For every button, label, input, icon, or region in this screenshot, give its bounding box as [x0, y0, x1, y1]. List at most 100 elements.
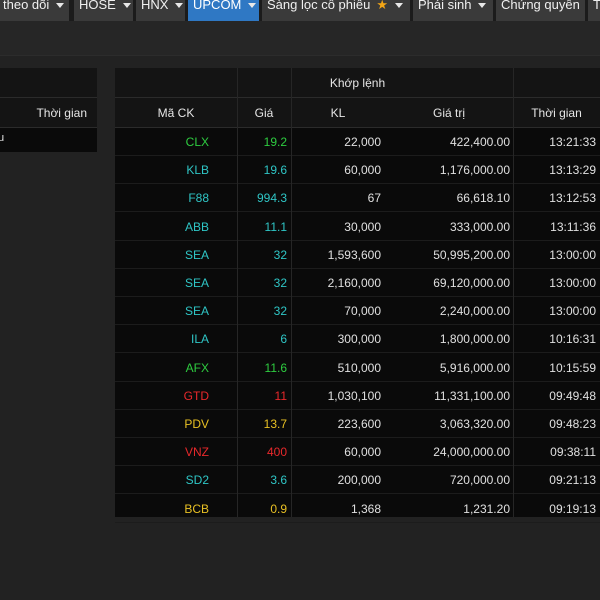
cell-symbol: SEA [184, 304, 209, 319]
nav-tab-label: HNX [141, 0, 169, 12]
left-panel-header-row: Thời gian [0, 98, 97, 128]
cell-value: 5,916,000.00 [439, 360, 510, 375]
cell-symbol: KLB [186, 163, 209, 178]
nav-tab-label: theo dõi [3, 0, 50, 12]
table-row[interactable]: ILA 6 300,000 1,800,000.00 10:16:31 [115, 325, 600, 354]
cell-volume: 1,030,100 [327, 388, 381, 403]
cell-symbol: F88 [188, 191, 209, 206]
caret-down-icon[interactable] [248, 3, 257, 8]
nav-tab-label: UPCOM [193, 0, 242, 12]
toolbar-strip [0, 21, 600, 56]
table-row[interactable]: SEA 32 70,000 2,240,000.00 13:00:00 [115, 297, 600, 326]
nav-tab-label: Sàng lọc cổ phiếu [267, 0, 371, 12]
cell-volume: 70,000 [344, 304, 381, 319]
nav-tab[interactable]: HNX [136, 0, 185, 21]
header-symbol[interactable]: Mã CK [115, 98, 237, 128]
nav-tab-label: Phái sinh [418, 0, 472, 12]
cell-time: 09:38:11 [550, 445, 596, 460]
cell-symbol: SD2 [185, 473, 209, 488]
cell-value: 1,176,000.00 [439, 163, 510, 178]
cell-time: 13:11:36 [550, 219, 596, 234]
cell-volume: 30,000 [344, 219, 381, 234]
cell-price: 11.6 [264, 360, 287, 375]
column-divider [237, 68, 238, 517]
cell-value: 333,000.00 [449, 219, 510, 234]
cell-volume: 60,000 [344, 163, 381, 178]
nav-tab[interactable]: theo dõi [0, 0, 69, 21]
cell-value: 422,400.00 [449, 135, 510, 149]
cell-time: 10:16:31 [549, 332, 596, 347]
cell-price: 13.7 [263, 417, 287, 431]
table-row[interactable]: SEA 32 2,160,000 69,120,000.00 13:00:00 [115, 269, 600, 297]
cell-price: 11.1 [264, 219, 287, 234]
header-time[interactable]: Thời gian [513, 98, 600, 128]
table-row[interactable]: SEA 32 1,593,600 50,995,200.00 13:00:00 [115, 241, 600, 269]
cell-price: 19.6 [263, 163, 287, 178]
cell-price: 0.9 [270, 501, 287, 516]
cell-symbol: GTD [183, 388, 209, 403]
left-panel: Thời gian u [0, 68, 97, 152]
caret-down-icon[interactable] [56, 3, 65, 8]
cell-time: 09:21:13 [549, 473, 596, 488]
cell-symbol: SEA [184, 276, 209, 290]
cell-time: 13:00:00 [549, 304, 596, 319]
nav-tab[interactable]: Phái sinh [413, 0, 493, 21]
table-row[interactable]: VNZ 400 60,000 24,000,000.00 09:38:11 [115, 438, 600, 467]
top-nav: theo dõi HOSE HNX UPCOM Sàng lọc cổ phiếu ★ Ph… [0, 0, 600, 21]
column-divider [513, 68, 514, 517]
table-row[interactable]: F88 994.3 67 66,618.10 13:12:53 [115, 184, 600, 213]
cell-symbol: SEA [184, 247, 209, 262]
table-row[interactable]: AFX 11.6 510,000 5,916,000.00 10:15:59 [115, 354, 600, 382]
table-row[interactable]: KLB 19.6 60,000 1,176,000.00 13:13:29 [115, 156, 600, 185]
nav-tab[interactable]: T [588, 0, 600, 21]
table-row[interactable]: GTD 11 1,030,100 11,331,100.00 09:49:48 [115, 382, 600, 410]
nav-tab[interactable]: UPCOM [188, 0, 259, 21]
cell-symbol: ABB [184, 219, 209, 234]
cell-value: 50,995,200.00 [433, 247, 510, 262]
nav-tab[interactable]: HOSE [74, 0, 133, 21]
cell-price: 11 [274, 388, 287, 403]
cell-volume: 510,000 [337, 360, 381, 375]
nav-tab-label: Chứng quyền [501, 0, 580, 12]
cell-price: 3.6 [270, 473, 287, 488]
table-row[interactable]: SD2 3.6 200,000 720,000.00 09:21:13 [115, 466, 600, 495]
header-value[interactable]: Giá trị [385, 98, 513, 128]
header-price[interactable]: Giá [237, 98, 291, 128]
match-panel-title: Khớp lệnh [115, 68, 600, 98]
caret-down-icon[interactable] [395, 3, 404, 8]
cell-volume: 223,600 [337, 417, 381, 431]
table-row[interactable]: CLX 19.2 22,000 422,400.00 13:21:33 [115, 128, 600, 156]
left-panel-row: u [0, 128, 97, 152]
cell-time: 13:00:00 [549, 276, 596, 290]
cell-time: 13:13:29 [549, 163, 596, 178]
nav-tab[interactable]: Sàng lọc cổ phiếu ★ [262, 0, 410, 21]
header-volume[interactable]: KL [291, 98, 385, 128]
left-panel-time-header: Thời gian [36, 106, 87, 120]
cell-value: 3,063,320.00 [439, 417, 510, 431]
cell-volume: 60,000 [344, 445, 381, 460]
cell-symbol: ILA [190, 332, 209, 347]
caret-down-icon[interactable] [175, 3, 184, 8]
table-row[interactable]: ABB 11.1 30,000 333,000.00 13:11:36 [115, 213, 600, 241]
cell-symbol: PDV [184, 417, 209, 431]
nav-tab[interactable]: Chứng quyền [496, 0, 585, 21]
cell-symbol: VNZ [185, 445, 209, 460]
cell-value: 720,000.00 [449, 473, 510, 488]
star-icon: ★ [376, 0, 389, 12]
cell-volume: 67 [367, 191, 381, 206]
table-row[interactable]: PDV 13.7 223,600 3,063,320.00 09:48:23 [115, 410, 600, 438]
nav-tab-label: T [593, 0, 600, 12]
left-panel-row-text: u [0, 132, 5, 144]
cell-time: 13:12:53 [549, 191, 596, 206]
cell-symbol: CLX [185, 135, 209, 149]
cell-value: 2,240,000.00 [439, 304, 510, 319]
caret-down-icon[interactable] [478, 3, 487, 8]
cell-price: 32 [273, 304, 287, 319]
cell-time: 13:21:33 [549, 135, 596, 149]
cell-time: 09:48:23 [549, 417, 596, 431]
cell-volume: 2,160,000 [327, 276, 381, 290]
table-row[interactable]: BCB 0.9 1,368 1,231.20 09:19:13 [115, 495, 600, 523]
cell-price: 994.3 [256, 191, 287, 206]
cell-symbol: AFX [185, 360, 209, 375]
caret-down-icon[interactable] [122, 3, 131, 8]
